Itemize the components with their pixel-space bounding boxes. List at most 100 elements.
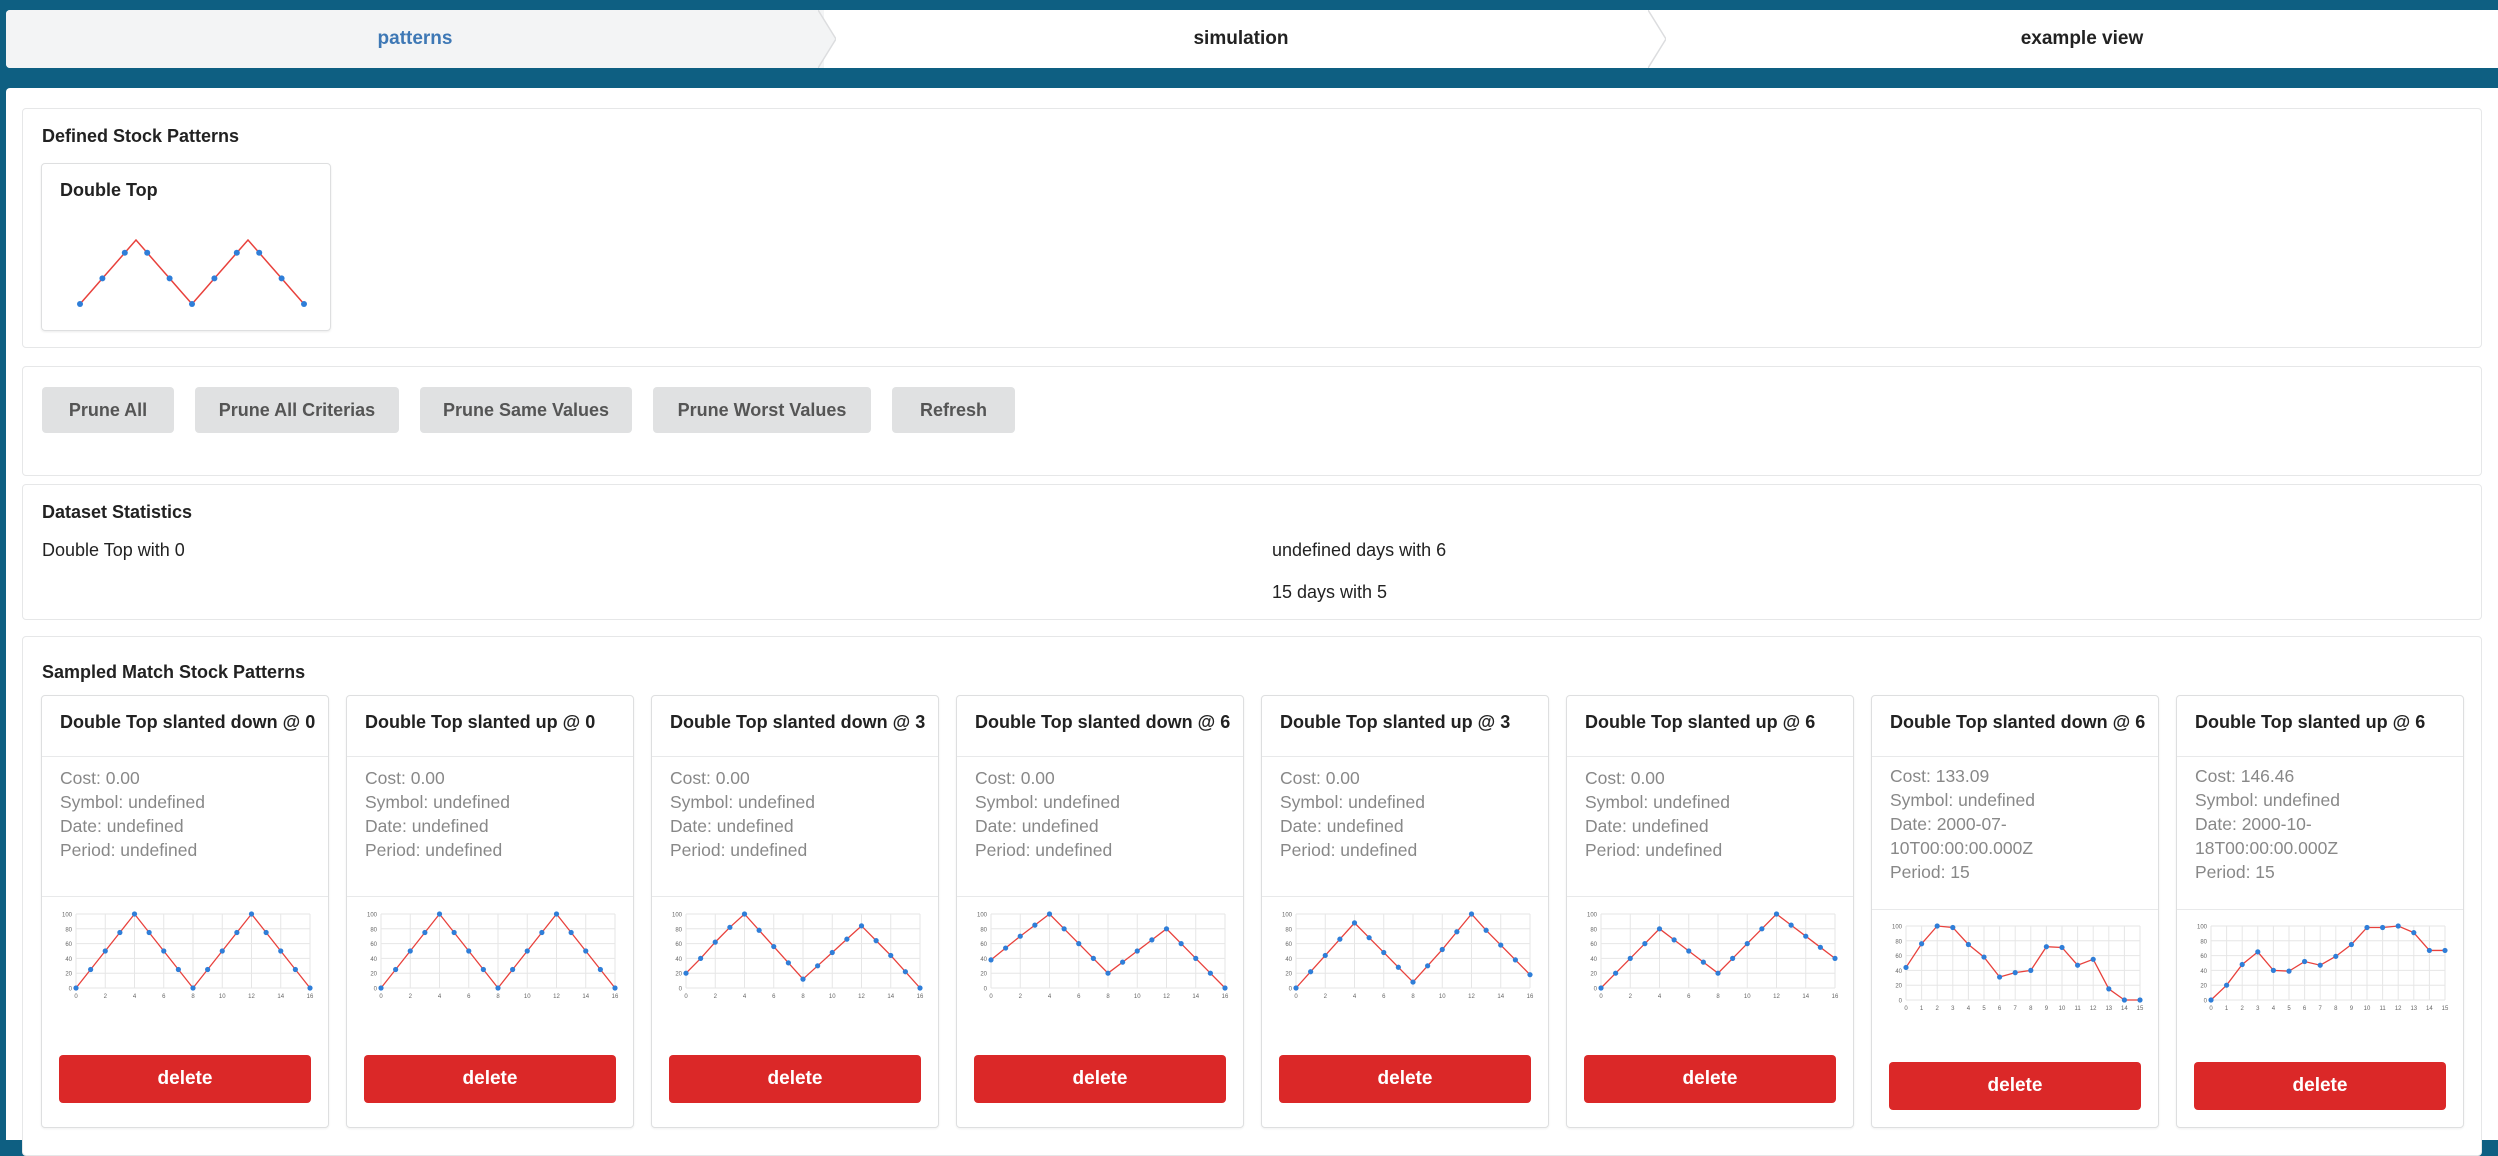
prune-all-button[interactable]: Prune All xyxy=(42,387,174,433)
data-point xyxy=(234,929,240,936)
x-tick-label: 5 xyxy=(1982,1006,1986,1012)
data-point xyxy=(1337,936,1343,942)
x-tick-label: 16 xyxy=(1527,994,1534,1000)
symbol-text: Symbol: undefined xyxy=(975,792,1120,812)
date-text: Date: undefined xyxy=(975,816,1099,836)
card-meta: Cost: 146.46 Symbol: undefined Date: 200… xyxy=(2195,764,2449,884)
date-text: Date: undefined xyxy=(60,816,184,836)
x-tick-label: 4 xyxy=(1048,994,1052,1000)
data-point xyxy=(1207,970,1213,976)
x-tick-label: 6 xyxy=(772,994,776,1000)
card-divider xyxy=(1262,756,1548,757)
period-text: Period: undefined xyxy=(60,840,198,860)
cost-text: Cost: 133.09 xyxy=(1890,766,1990,786)
prune-worst-values-button[interactable]: Prune Worst Values xyxy=(653,387,871,433)
data-point xyxy=(1149,937,1155,943)
data-point xyxy=(2348,941,2354,948)
sampled-pattern-card: Double Top slanted down @ 3 Cost: 0.00 S… xyxy=(651,695,939,1128)
data-point xyxy=(393,966,399,973)
pattern-card[interactable]: Double Top xyxy=(41,163,331,331)
delete-button[interactable]: delete xyxy=(669,1055,921,1103)
data-point xyxy=(1468,911,1475,917)
step-example-view[interactable]: example view xyxy=(1666,10,2498,68)
x-tick-label: 4 xyxy=(1967,1006,1971,1012)
data-point xyxy=(873,938,879,944)
data-point xyxy=(73,985,79,991)
data-point xyxy=(161,948,167,954)
x-tick-label: 15 xyxy=(2137,1006,2144,1012)
delete-button[interactable]: delete xyxy=(1584,1055,1836,1103)
data-point xyxy=(1773,911,1780,917)
data-point xyxy=(510,966,516,973)
x-tick-label: 10 xyxy=(2364,1006,2371,1012)
data-point xyxy=(2317,962,2323,968)
data-point xyxy=(2380,924,2386,931)
data-point xyxy=(785,960,791,966)
prune-all-criterias-button[interactable]: Prune All Criterias xyxy=(195,387,399,433)
data-point xyxy=(1425,963,1431,969)
x-tick-label: 2 xyxy=(2241,1006,2245,1012)
data-point xyxy=(2090,956,2096,962)
card-divider xyxy=(2177,909,2463,910)
data-point xyxy=(2028,967,2034,973)
card-divider xyxy=(957,896,1243,897)
data-point xyxy=(612,985,618,991)
y-tick-label: 0 xyxy=(69,987,73,993)
data-point xyxy=(1410,979,1416,985)
pattern-line-chart: 0 20 40 60 80 100 0 2 4 6 8 10 12 14 16 xyxy=(672,911,924,1000)
x-tick-label: 6 xyxy=(162,994,166,1000)
x-tick-label: 1 xyxy=(1920,1006,1924,1012)
data-point xyxy=(756,927,762,933)
delete-button[interactable]: delete xyxy=(59,1055,311,1103)
x-tick-label: 15 xyxy=(2442,1006,2449,1012)
x-tick-label: 6 xyxy=(1382,994,1386,1000)
y-tick-label: 0 xyxy=(374,987,378,993)
cost-text: Cost: 0.00 xyxy=(670,768,750,788)
data-point xyxy=(2208,997,2214,1003)
x-tick-label: 16 xyxy=(307,994,314,1000)
data-point xyxy=(1222,985,1228,991)
x-tick-label: 0 xyxy=(379,994,383,1000)
data-point xyxy=(2286,968,2292,974)
data-point xyxy=(2395,923,2401,929)
x-tick-label: 8 xyxy=(2029,1006,2033,1012)
delete-button[interactable]: delete xyxy=(1279,1055,1531,1103)
period-text: Period: undefined xyxy=(670,840,808,860)
data-point xyxy=(771,943,777,950)
card-divider xyxy=(1567,756,1853,757)
card-meta: Cost: 0.00 Symbol: undefined Date: undef… xyxy=(1585,766,1839,862)
step-simulation[interactable]: simulation xyxy=(836,10,1646,68)
x-tick-label: 0 xyxy=(1904,1006,1908,1012)
prune-same-values-button[interactable]: Prune Same Values xyxy=(420,387,632,433)
refresh-button[interactable]: Refresh xyxy=(892,387,1015,433)
step-patterns[interactable]: patterns xyxy=(6,10,824,68)
data-point xyxy=(1997,974,2003,980)
section-title: Defined Stock Patterns xyxy=(42,126,240,146)
x-tick-label: 6 xyxy=(467,994,471,1000)
data-point xyxy=(1163,926,1170,932)
x-tick-label: 10 xyxy=(1439,994,1446,1000)
data-point xyxy=(1700,959,1706,965)
data-point xyxy=(1090,955,1096,961)
x-tick-label: 10 xyxy=(2059,1006,2066,1012)
y-tick-label: 60 xyxy=(65,942,72,948)
delete-button[interactable]: delete xyxy=(974,1055,1226,1103)
data-point xyxy=(2364,924,2370,931)
delete-button[interactable]: delete xyxy=(2194,1062,2446,1110)
delete-button[interactable]: delete xyxy=(1889,1062,2141,1110)
delete-button[interactable]: delete xyxy=(364,1055,616,1103)
pattern-line-chart: 0 20 40 60 80 100 0 2 4 6 8 10 12 14 16 xyxy=(367,911,619,1000)
data-point xyxy=(858,923,865,929)
x-tick-label: 2 xyxy=(1629,994,1633,1000)
data-point xyxy=(292,966,298,973)
data-point xyxy=(888,952,894,959)
y-tick-label: 40 xyxy=(2200,969,2207,975)
y-tick-label: 0 xyxy=(2204,999,2208,1005)
x-tick-label: 12 xyxy=(1468,994,1475,1000)
period-text: Period: undefined xyxy=(975,840,1113,860)
prune-toolbar: Prune All Prune All Criterias Prune Same… xyxy=(22,366,2482,476)
x-tick-label: 2 xyxy=(409,994,413,1000)
y-tick-label: 60 xyxy=(1590,942,1597,948)
y-tick-label: 20 xyxy=(65,972,72,978)
stat-item: Double Top with 0 xyxy=(42,540,185,560)
